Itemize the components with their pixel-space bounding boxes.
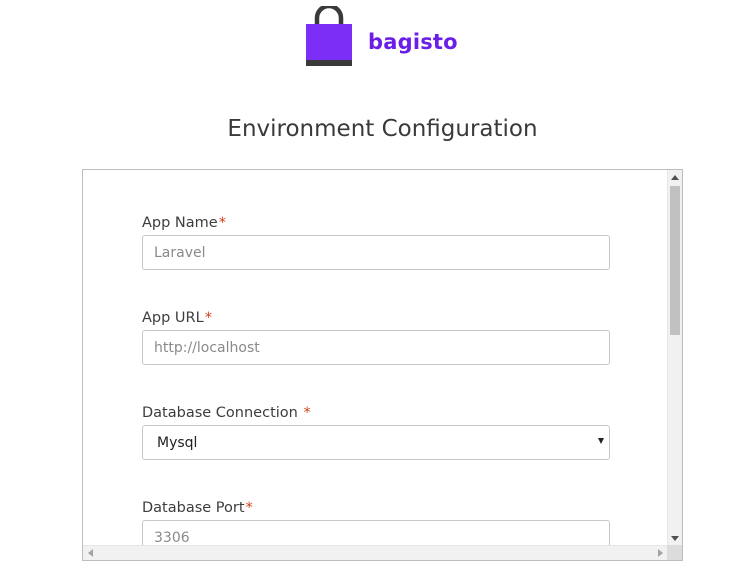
vertical-scroll-thumb[interactable] [670,186,680,335]
db-connection-selected-value: Mysql [157,435,198,451]
db-connection-select[interactable]: Mysql [142,425,610,460]
required-marker: * [218,215,226,231]
app-name-field: App Name* [142,215,610,270]
scroll-up-arrow-icon[interactable] [671,175,679,180]
brand-name: bagisto [368,30,458,54]
required-marker: * [303,405,311,421]
db-connection-label: Database Connection * [142,405,311,421]
app-name-label: App Name* [142,215,226,231]
vertical-scrollbar[interactable] [667,170,682,546]
required-marker: * [204,310,212,326]
db-port-field: Database Port* [142,500,610,546]
app-url-input[interactable] [142,330,610,365]
horizontal-scrollbar[interactable] [83,545,668,560]
app-name-input[interactable] [142,235,610,270]
scroll-right-arrow-icon[interactable] [658,549,663,557]
page-title: Environment Configuration [227,116,538,142]
required-marker: * [245,500,253,516]
scroll-down-arrow-icon[interactable] [671,536,679,541]
db-port-label: Database Port* [142,500,253,516]
db-connection-field: Database Connection * Mysql [142,405,610,460]
scrollbar-corner [667,545,682,560]
app-url-label: App URL* [142,310,212,326]
db-port-input[interactable] [142,520,610,546]
dropdown-arrow-icon [598,438,604,444]
shopping-bag-icon [306,6,352,66]
scroll-left-arrow-icon[interactable] [88,549,93,557]
config-form-panel: App Name* App URL* Database Connection *… [82,169,683,561]
form-scroll-area: App Name* App URL* Database Connection *… [83,170,668,546]
app-url-field: App URL* [142,310,610,365]
brand-header: bagisto [306,6,458,66]
